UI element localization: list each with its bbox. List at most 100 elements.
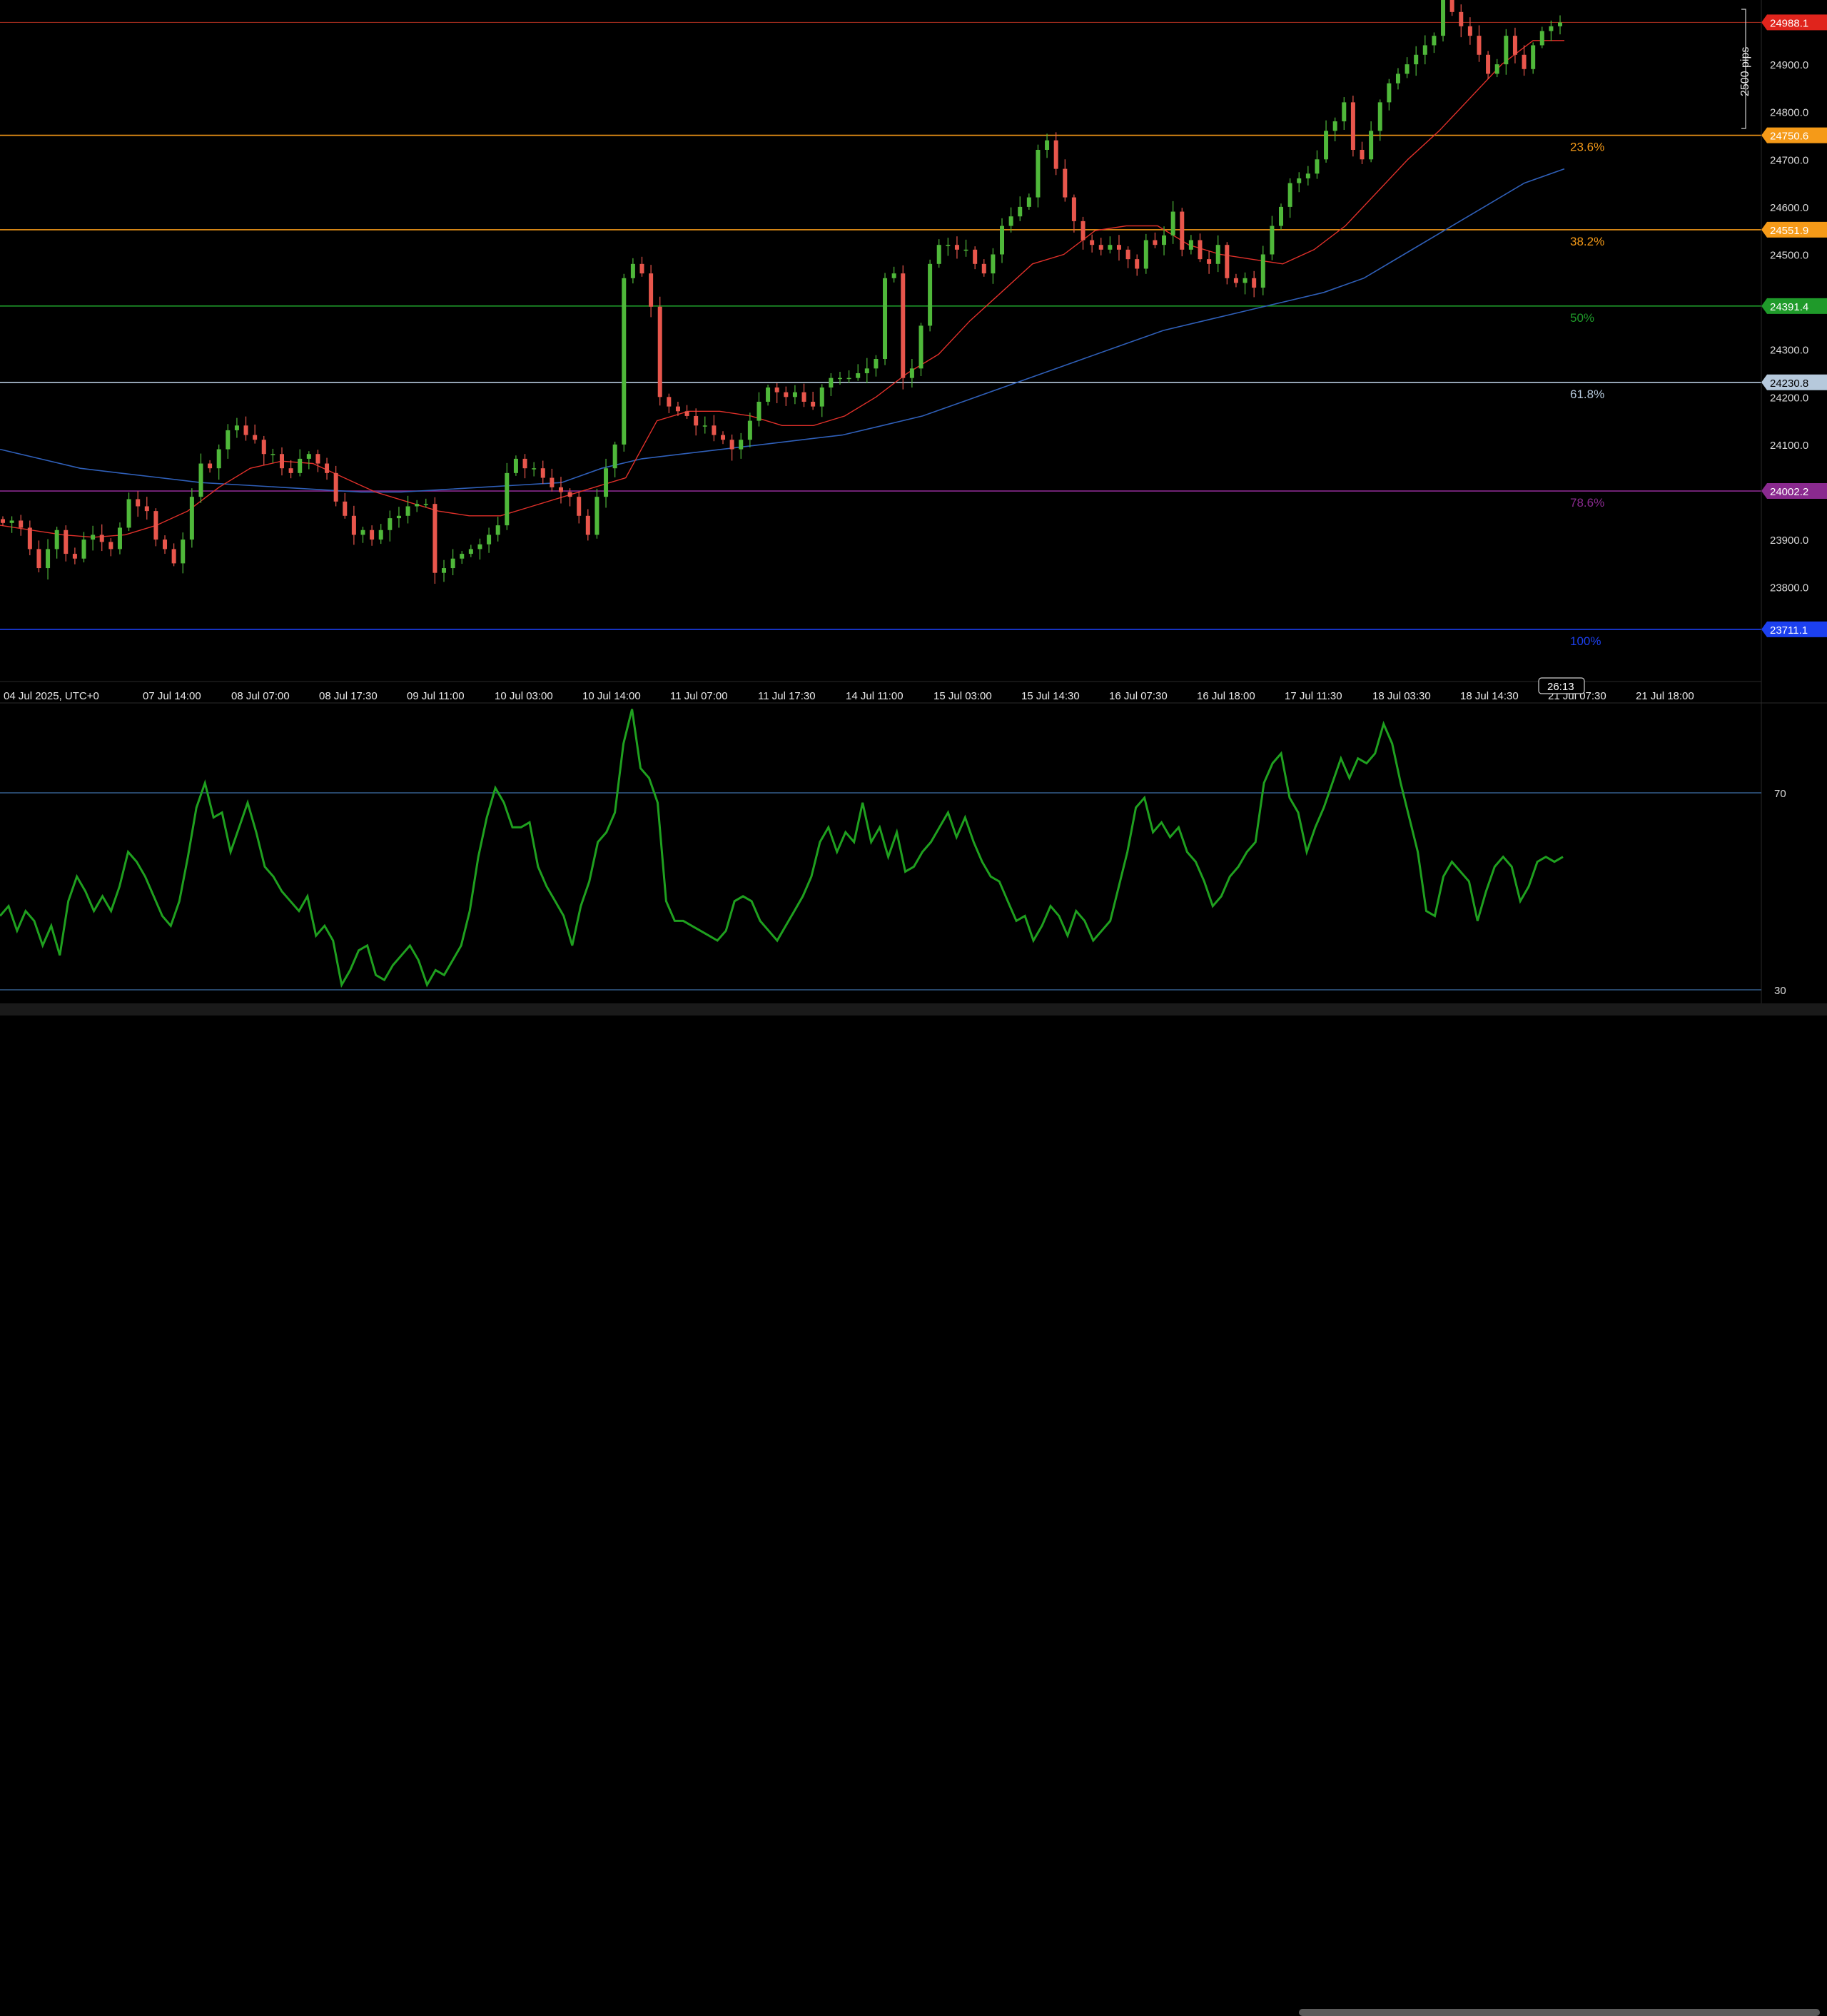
candle-body	[792, 392, 797, 397]
bearish-candle	[432, 497, 437, 584]
candle-body	[126, 499, 131, 528]
candle-body	[1405, 64, 1410, 74]
bullish-candle	[477, 538, 482, 560]
candle-body	[1360, 149, 1365, 160]
bearish-candle	[639, 256, 644, 277]
fib-tag-text: 24750.6	[1770, 131, 1808, 143]
bearish-candle	[1225, 242, 1230, 285]
candle-body	[343, 501, 348, 516]
fib-price-tag-5: 24002.2	[1761, 483, 1827, 500]
candle-body	[1080, 221, 1085, 240]
range-measure: 2500 pips	[1739, 9, 1751, 129]
time-tick-label: 07 Jul 14:00	[143, 690, 201, 702]
bullish-candle	[360, 527, 365, 543]
bullish-candle	[846, 370, 851, 383]
bearish-candle	[811, 391, 816, 410]
candle-body	[1215, 245, 1220, 264]
bullish-candle	[630, 258, 635, 284]
bearish-candle	[774, 383, 779, 403]
candle-body	[604, 468, 609, 497]
candle-body	[891, 273, 896, 278]
scrollbar-thumb[interactable]	[1299, 2009, 1820, 2016]
bearish-candle	[288, 460, 293, 479]
candle-body	[612, 444, 617, 469]
candle-body	[1414, 54, 1419, 65]
candle-body	[936, 245, 941, 264]
bullish-candle	[1045, 133, 1050, 158]
candle-body	[208, 463, 213, 469]
bearish-candle	[1233, 273, 1238, 288]
bullish-candle	[963, 239, 968, 257]
candle-body	[460, 554, 465, 559]
candle-body	[415, 504, 420, 507]
rsi-pane: 70 30	[0, 709, 1786, 997]
bearish-candle	[333, 465, 338, 507]
chart-root[interactable]: 0%25071.723.6%24750.638.2%24551.950%2439…	[0, 0, 1827, 2016]
candle-body	[585, 515, 590, 535]
candle-body	[1063, 168, 1068, 198]
candle-body	[226, 430, 231, 450]
trading-chart[interactable]: 0%25071.723.6%24750.638.2%24551.950%2439…	[0, 0, 1827, 1015]
candle-body	[1332, 121, 1337, 131]
candle-body	[405, 506, 410, 516]
candle-body	[163, 540, 168, 549]
bearish-candle	[208, 460, 213, 473]
bullish-candle	[1324, 120, 1329, 163]
candle-body	[766, 387, 771, 402]
bullish-candle	[1243, 272, 1247, 295]
candle-body	[64, 530, 69, 554]
bullish-candle	[1432, 32, 1437, 54]
bullish-candle	[1170, 201, 1175, 244]
rsi-level-label: 70	[1774, 788, 1786, 800]
bullish-candle	[46, 539, 51, 580]
candle-body	[388, 518, 393, 530]
fib-label-6: 100%	[1570, 634, 1601, 648]
bullish-candle	[766, 384, 771, 406]
bullish-candle	[388, 510, 393, 542]
bearish-candle	[694, 408, 699, 436]
candle-body	[81, 540, 86, 559]
fib-price-tag-4: 24230.8	[1761, 374, 1827, 390]
candle-body	[1512, 36, 1517, 55]
candle-body	[1350, 102, 1355, 150]
bearish-candle	[1207, 250, 1212, 274]
bullish-candle	[442, 559, 447, 582]
time-tick-label: 10 Jul 14:00	[582, 690, 641, 702]
candle-body	[558, 487, 563, 492]
candle-body	[1305, 173, 1310, 178]
candle-body	[1026, 197, 1031, 207]
candle-body	[9, 520, 14, 523]
fib-price-tag-2: 24551.9	[1761, 221, 1827, 238]
candle-body	[1459, 11, 1464, 26]
candle-body	[487, 535, 492, 544]
bullish-candle	[1387, 78, 1392, 111]
bearish-candle	[253, 424, 258, 444]
candle-body	[442, 568, 447, 573]
fib-label-4: 61.8%	[1570, 388, 1604, 401]
candle-body	[1297, 178, 1302, 183]
candle-body	[1143, 240, 1148, 269]
bullish-candle	[505, 462, 510, 530]
candle-body	[522, 458, 527, 469]
candle-body	[739, 440, 744, 450]
time-tick-label: 17 Jul 11:30	[1285, 690, 1342, 702]
candle-body	[477, 544, 482, 549]
candle-body	[1494, 64, 1499, 74]
bearish-candle	[550, 468, 555, 492]
candle-body	[811, 401, 816, 407]
bullish-candle	[936, 239, 941, 268]
candle-body	[532, 468, 537, 470]
bearish-candle	[1512, 27, 1517, 64]
bullish-candle	[532, 462, 537, 477]
candle-body	[144, 506, 149, 512]
bullish-candle	[747, 412, 752, 447]
current-price-tag: 24988.1	[1761, 14, 1827, 31]
bullish-candle	[216, 444, 221, 480]
bullish-candle	[1305, 166, 1310, 186]
candle-body	[153, 511, 158, 540]
horizontal-scrollbar[interactable]	[0, 1003, 1827, 2016]
candle-body	[909, 368, 914, 378]
bullish-candle	[918, 323, 923, 376]
candle-body	[1324, 131, 1329, 160]
candle-body	[963, 249, 968, 251]
